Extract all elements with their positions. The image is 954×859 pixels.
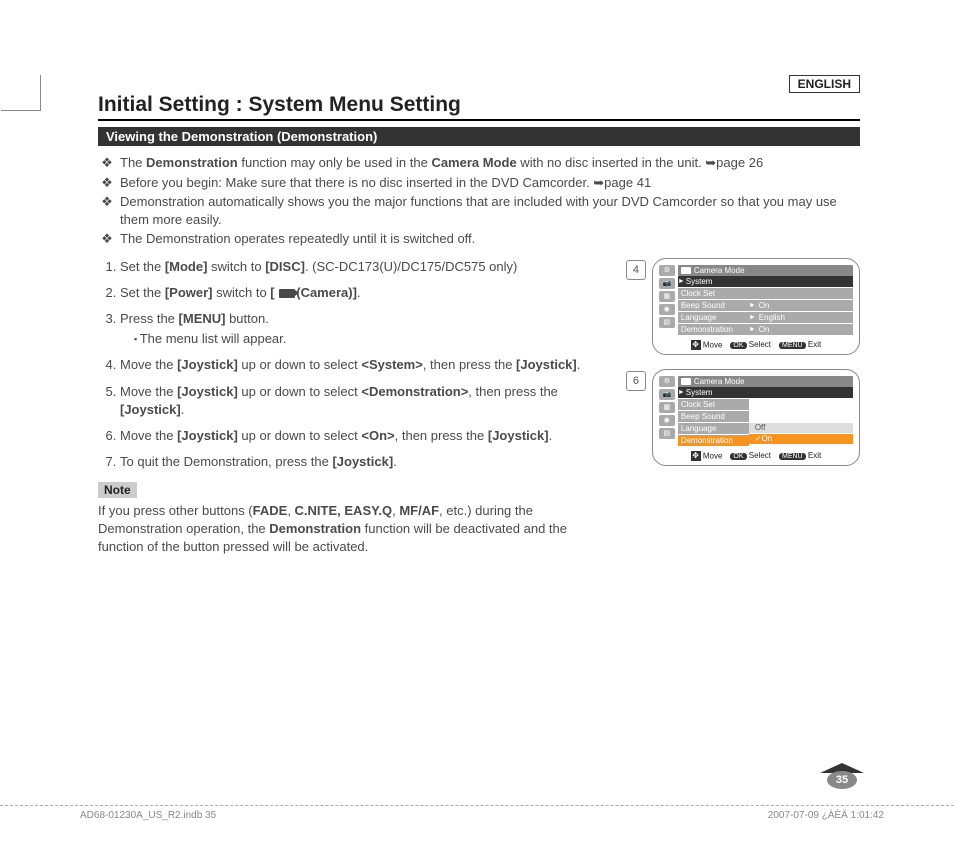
- menu-row: Clock Set: [678, 399, 749, 410]
- bullet: Demonstration automatically shows you th…: [120, 193, 860, 228]
- menu-row: Demonstration►On: [678, 324, 853, 335]
- camera-icon: [681, 267, 691, 274]
- menu-row: Language: [678, 423, 749, 434]
- menu-title: Camera Mode: [678, 265, 853, 276]
- print-footer: AD68-01230A_US_R2.indb 35 2007-07-09 ¿ÀÈ…: [0, 805, 954, 821]
- ok-pill: OK: [730, 453, 746, 460]
- section-header: Viewing the Demonstration (Demonstration…: [98, 127, 860, 146]
- step: Move the [Joystick] up or down to select…: [120, 383, 608, 419]
- step: Set the [Power] switch to [ (Camera)].: [120, 284, 608, 302]
- tab-icon: 📷: [659, 278, 675, 289]
- tab-icon: ▤: [659, 317, 675, 328]
- note-text: If you press other buttons (FADE, C.NITE…: [98, 502, 578, 555]
- tab-column: ⚙ 📷 ▦ ◉ ▤: [659, 265, 675, 336]
- tab-icon: ⚙: [659, 376, 675, 387]
- crop-mark: [40, 75, 44, 110]
- ok-pill: OK: [730, 342, 746, 349]
- camera-icon: [681, 378, 691, 385]
- substep: The menu list will appear.: [134, 330, 608, 348]
- step: To quit the Demonstration, press the [Jo…: [120, 453, 608, 471]
- lcd-screen-6: ⚙ 📷 ▦ ◉ ▤ Camera Mode: [652, 369, 860, 466]
- menu-row: Language►English: [678, 312, 853, 323]
- step: Set the [Mode] switch to [DISC]. (SC-DC1…: [120, 258, 608, 276]
- menu-system-row: ►System: [678, 276, 853, 287]
- menu-row-highlighted: Demonstration: [678, 435, 749, 446]
- menu-row: Beep Sound►On: [678, 300, 853, 311]
- instructions-column: Set the [Mode] switch to [DISC]. (SC-DC1…: [98, 258, 608, 555]
- screens-column: 4 ⚙ 📷 ▦ ◉ ▤: [626, 258, 860, 555]
- page-number: 35: [827, 771, 857, 789]
- language-tag: ENGLISH: [789, 75, 860, 93]
- move-icon: ✥: [691, 451, 701, 461]
- tab-icon: ⚙: [659, 265, 675, 276]
- camera-icon: [279, 289, 295, 298]
- tab-icon: ▦: [659, 291, 675, 302]
- bullet: Before you begin: Make sure that there i…: [120, 174, 860, 192]
- page-title: Initial Setting : System Menu Setting: [98, 93, 860, 121]
- step: Move the [Joystick] up or down to select…: [120, 427, 608, 445]
- intro-bullets: The Demonstration function may only be u…: [98, 154, 860, 248]
- step: Move the [Joystick] up or down to select…: [120, 356, 608, 374]
- page-content: ENGLISH Initial Setting : System Menu Se…: [98, 75, 860, 555]
- lcd-screen-4: ⚙ 📷 ▦ ◉ ▤ Camera Mode: [652, 258, 860, 355]
- tab-icon: ▤: [659, 428, 675, 439]
- tab-icon: ◉: [659, 304, 675, 315]
- bullet: The Demonstration operates repeatedly un…: [120, 230, 860, 248]
- menu-pill: MENU: [779, 342, 806, 349]
- step: Press the [MENU] button. The menu list w…: [120, 310, 608, 348]
- menu-title: Camera Mode: [678, 376, 853, 387]
- footer-timestamp: 2007-07-09 ¿ÀÈÄ 1:01:42: [768, 810, 884, 821]
- tab-icon: ▦: [659, 402, 675, 413]
- figure-number: 6: [626, 371, 646, 391]
- menu-row: Beep Sound: [678, 411, 749, 422]
- move-icon: ✥: [691, 340, 701, 350]
- tab-icon: 📷: [659, 389, 675, 400]
- tab-icon: ◉: [659, 415, 675, 426]
- figure-number: 4: [626, 260, 646, 280]
- lcd-footer: ✥ Move OK Select MENU Exit: [659, 340, 853, 350]
- lcd-footer: ✥ Move OK Select MENU Exit: [659, 451, 853, 461]
- footer-file: AD68-01230A_US_R2.indb 35: [80, 810, 216, 821]
- menu-pill: MENU: [779, 453, 806, 460]
- page-number-ornament: 35: [820, 763, 864, 789]
- tab-column: ⚙ 📷 ▦ ◉ ▤: [659, 376, 675, 447]
- option-on-selected: ✓On: [749, 434, 853, 444]
- option-off: Off: [749, 423, 853, 433]
- note-label: Note: [98, 482, 137, 498]
- menu-system-row: ►System: [678, 387, 853, 398]
- menu-row: Clock Set: [678, 288, 853, 299]
- steps-list: Set the [Mode] switch to [DISC]. (SC-DC1…: [98, 258, 608, 472]
- bullet: The Demonstration function may only be u…: [120, 154, 860, 172]
